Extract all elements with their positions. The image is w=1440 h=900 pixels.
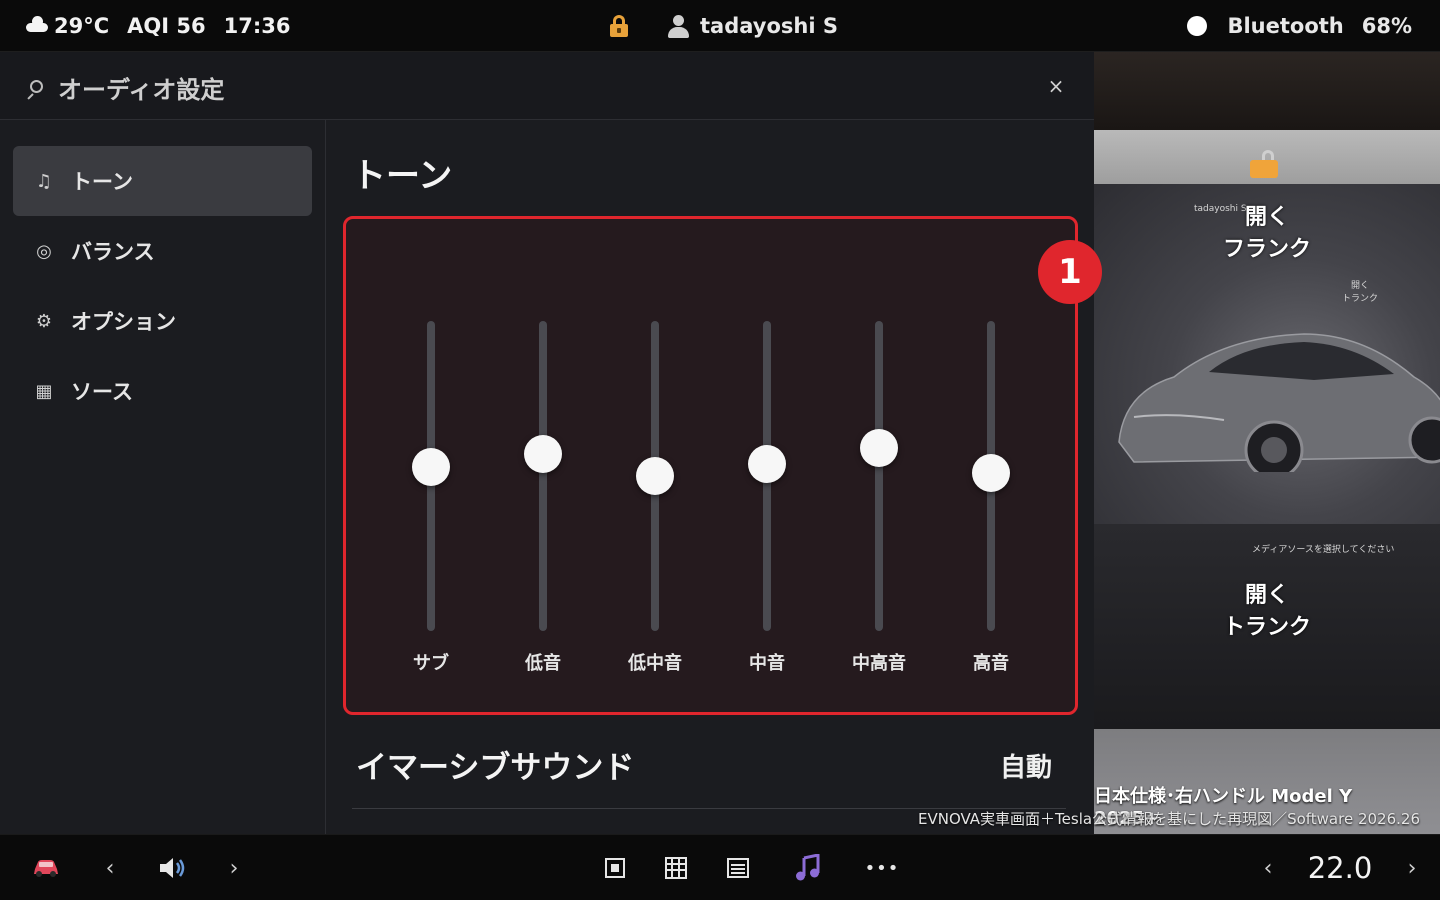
status-bar: 29°C AQI 56 17:36 tadayoshi S Bluetooth …	[0, 0, 1440, 52]
bluetooth-label[interactable]: Bluetooth	[1227, 14, 1343, 38]
battery-level: 68%	[1361, 14, 1412, 38]
status-left: 29°C AQI 56 17:36	[26, 0, 290, 52]
more-apps-button[interactable]: •••	[864, 835, 900, 900]
sidebar-item-options[interactable]: ⚙ オプション	[13, 286, 312, 356]
lock-icon[interactable]	[608, 14, 630, 38]
clock: 17:36	[223, 14, 291, 38]
eq-band-label: 高音	[973, 653, 1009, 674]
slider-knob[interactable]	[524, 435, 562, 474]
media-hint: メディアソースを選択してください	[1252, 545, 1395, 555]
cabin-temperature[interactable]: 22.0	[1302, 835, 1378, 900]
temperature-down-button[interactable]: ‹	[1258, 835, 1278, 900]
status-right: Bluetooth 68%	[1187, 0, 1412, 52]
panel-header: オーディオ設定 ×	[0, 52, 1094, 120]
music-app-icon[interactable]	[793, 835, 823, 900]
frunk-open-label[interactable]: 開く フランク	[1094, 202, 1440, 266]
eq-slider-3[interactable]: 中音	[732, 319, 802, 679]
eq-band-label: 低音	[525, 653, 561, 674]
volume-up-button[interactable]: ›	[224, 835, 244, 900]
eq-slider-4[interactable]: 中高音	[844, 319, 914, 679]
eq-slider-2[interactable]: 低中音	[620, 319, 690, 679]
weather[interactable]: 29°C	[26, 14, 109, 38]
car-image[interactable]	[1114, 322, 1440, 472]
photo-trunk-small-label: 開く トランク	[1342, 281, 1379, 304]
slider-knob[interactable]	[748, 444, 786, 483]
user-icon	[666, 13, 690, 39]
calendar-app-icon[interactable]	[661, 835, 691, 900]
slider-track[interactable]	[875, 321, 883, 631]
section-title: トーン	[352, 156, 453, 196]
sidebar-item-tone[interactable]: ♫ トーン	[13, 146, 312, 216]
trunk-open-label[interactable]: 開く トランク	[1094, 580, 1440, 644]
status-dot-icon	[1187, 16, 1208, 36]
sidebar-item-label: トーン	[71, 170, 133, 194]
eq-band-label: サブ	[413, 653, 449, 674]
slider-track[interactable]	[539, 321, 547, 631]
camera-app-icon[interactable]	[600, 835, 630, 900]
eq-band-label: 中音	[749, 653, 785, 674]
eq-slider-5[interactable]: 高音	[956, 319, 1026, 679]
settings-sidebar: ♫ トーン ◎ バランス ⚙ オプション ▦ ソース	[0, 120, 326, 834]
immersive-sound-value[interactable]: 自動	[1000, 747, 1052, 784]
panel-title: オーディオ設定	[58, 76, 225, 104]
status-center: tadayoshi S	[608, 0, 838, 52]
eq-slider-1[interactable]: 低音	[508, 319, 578, 679]
sidebar-item-balance[interactable]: ◎ バランス	[13, 216, 312, 286]
photo-credit: EVNOVA実車画面＋Tesla公式情報を基にした再現図／Software 20…	[917, 810, 1420, 828]
target-icon: ◎	[36, 240, 52, 262]
equalizer-box: サブ 低音 低中音 中音 中高音 高音	[343, 216, 1078, 715]
slider-knob[interactable]	[412, 447, 450, 486]
cloud-icon	[26, 16, 48, 32]
eq-band-label: 低中音	[628, 653, 682, 674]
slider-knob[interactable]	[636, 457, 674, 495]
bottom-dock: ‹ › ••• ‹ 22.0 ›	[0, 834, 1440, 900]
outside-temperature: 29°C	[54, 14, 110, 38]
sidebar-item-label: ソース	[71, 380, 133, 404]
car-view: tadayoshi S 開く フランク 開く トランク メディアソースを選択して…	[1094, 52, 1440, 834]
slider-knob[interactable]	[860, 429, 898, 468]
car-icon[interactable]	[30, 835, 62, 900]
volume-down-button[interactable]: ‹	[100, 835, 120, 900]
sidebar-item-label: オプション	[71, 310, 176, 334]
grid-icon: ▦	[35, 380, 53, 402]
sidebar-item-source[interactable]: ▦ ソース	[13, 356, 312, 426]
music-note-icon: ♫	[35, 170, 53, 192]
driver-profile-name[interactable]: tadayoshi S	[700, 14, 838, 38]
sidebar-item-label: バランス	[71, 240, 155, 264]
gear-icon: ⚙	[35, 310, 53, 332]
eq-band-label: 中高音	[852, 653, 906, 674]
close-button[interactable]: ×	[1044, 74, 1068, 98]
callout-badge: 1	[1038, 240, 1102, 304]
slider-knob[interactable]	[972, 453, 1010, 492]
tone-content: トーン サブ 低音 低中音 中音 中高音 高音 1 イマーシブサウンド 自動	[326, 120, 1102, 834]
list-app-icon[interactable]	[723, 835, 753, 900]
immersive-sound-label: イマーシブサウンド	[356, 750, 635, 786]
speaker-icon[interactable]	[154, 835, 190, 900]
temperature-up-button[interactable]: ›	[1402, 835, 1422, 900]
search-icon[interactable]	[26, 80, 44, 100]
aqi-readout: AQI 56	[127, 14, 206, 38]
audio-settings-panel: オーディオ設定 × ♫ トーン ◎ バランス ⚙ オプション ▦ ソース トーン…	[0, 52, 1102, 834]
eq-slider-0[interactable]: サブ	[396, 319, 466, 679]
unlock-icon	[1250, 150, 1280, 180]
